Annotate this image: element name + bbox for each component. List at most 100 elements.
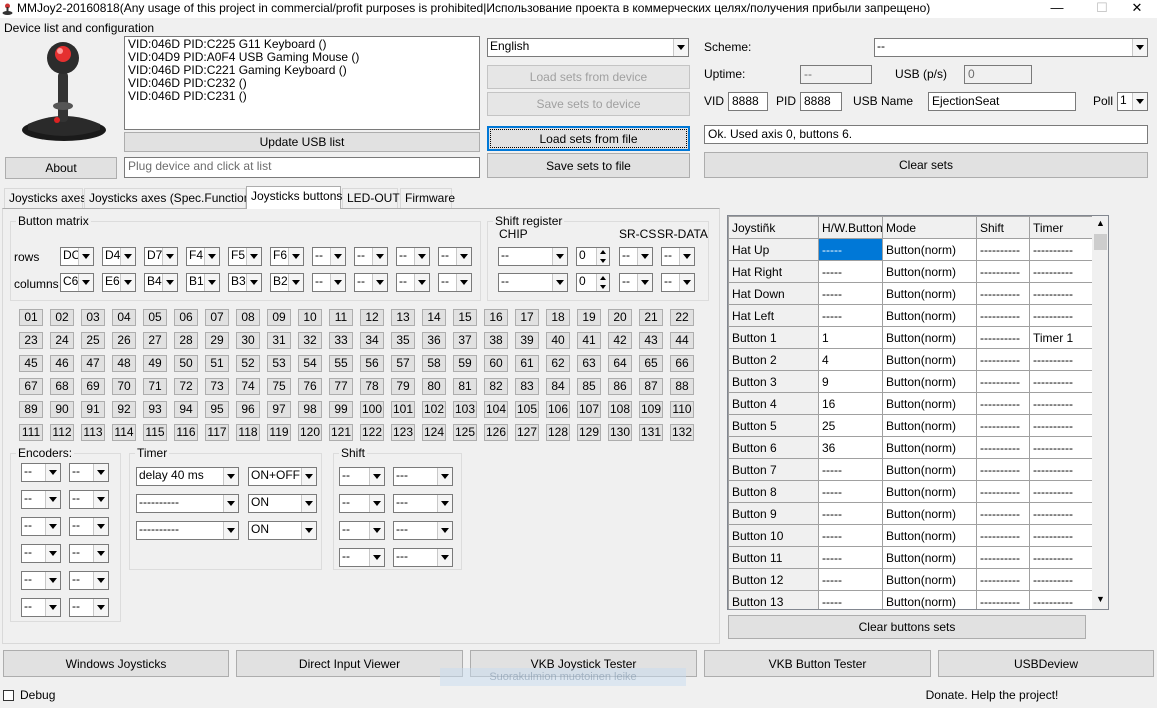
vkb-button-tester-button[interactable]: VKB Button Tester — [704, 650, 931, 677]
button-number-128[interactable]: 128 — [546, 424, 570, 441]
button-number-86[interactable]: 86 — [608, 378, 632, 395]
spinner-icon[interactable] — [596, 274, 609, 291]
row-header[interactable]: Button 12 — [728, 568, 819, 591]
table-cell[interactable]: ---------- — [976, 502, 1030, 525]
table-cell[interactable]: ----- — [818, 458, 883, 481]
device-list[interactable]: VID:046D PID:C225 G11 Keyboard () VID:04… — [124, 36, 480, 130]
encoder-a-select[interactable]: -- — [21, 571, 61, 590]
language-select[interactable]: English — [487, 38, 689, 57]
button-number-65[interactable]: 65 — [639, 355, 663, 372]
button-number-31[interactable]: 31 — [267, 332, 291, 349]
button-number-24[interactable]: 24 — [50, 332, 74, 349]
scroll-thumb[interactable] — [1094, 234, 1107, 250]
button-number-94[interactable]: 94 — [174, 401, 198, 418]
button-number-75[interactable]: 75 — [267, 378, 291, 395]
donate-button[interactable]: Donate. Help the project! — [830, 683, 1154, 707]
table-cell[interactable]: ---------- — [976, 568, 1030, 591]
row-header[interactable]: Button 10 — [728, 524, 819, 547]
sr-data-select[interactable]: -- — [661, 273, 695, 292]
matrix-row-select[interactable]: F4 — [186, 247, 220, 266]
button-number-32[interactable]: 32 — [298, 332, 322, 349]
table-row[interactable]: Button 2 4 Button(norm) ---------- ---------… — [728, 348, 1093, 371]
button-number-53[interactable]: 53 — [267, 355, 291, 372]
button-number-63[interactable]: 63 — [577, 355, 601, 372]
timer-delay-select[interactable]: ---------- — [136, 494, 239, 513]
button-number-23[interactable]: 23 — [19, 332, 43, 349]
table-cell[interactable]: Button(norm) — [882, 370, 977, 393]
table-cell[interactable]: ----- — [818, 238, 883, 261]
button-number-14[interactable]: 14 — [422, 309, 446, 326]
button-number-12[interactable]: 12 — [360, 309, 384, 326]
column-header[interactable]: Shift — [976, 216, 1030, 239]
button-number-109[interactable]: 109 — [639, 401, 663, 418]
table-cell[interactable]: ---------- — [1029, 524, 1093, 547]
button-number-83[interactable]: 83 — [515, 378, 539, 395]
sr-chip-select[interactable]: -- — [498, 247, 568, 266]
button-number-52[interactable]: 52 — [236, 355, 260, 372]
table-cell[interactable]: ---------- — [1029, 238, 1093, 261]
row-header[interactable]: Hat Down — [728, 282, 819, 305]
table-cell[interactable]: ----- — [818, 568, 883, 591]
button-number-79[interactable]: 79 — [391, 378, 415, 395]
column-header[interactable]: Joystiñk — [728, 216, 819, 239]
table-cell[interactable]: ----- — [818, 480, 883, 503]
button-number-103[interactable]: 103 — [453, 401, 477, 418]
table-cell[interactable]: ---------- — [976, 260, 1030, 283]
table-row[interactable]: Button 10 ----- Button(norm) ---------- ----… — [728, 524, 1093, 547]
button-number-61[interactable]: 61 — [515, 355, 539, 372]
button-number-35[interactable]: 35 — [391, 332, 415, 349]
button-number-81[interactable]: 81 — [453, 378, 477, 395]
button-number-117[interactable]: 117 — [205, 424, 229, 441]
button-number-132[interactable]: 132 — [670, 424, 694, 441]
table-cell[interactable]: ---------- — [976, 436, 1030, 459]
button-number-26[interactable]: 26 — [112, 332, 136, 349]
table-cell[interactable]: Button(norm) — [882, 502, 977, 525]
matrix-column-select[interactable]: B3 — [228, 273, 262, 292]
matrix-column-select[interactable]: -- — [438, 273, 472, 292]
shift-b-select[interactable]: --- — [393, 521, 453, 540]
row-header[interactable]: Button 7 — [728, 458, 819, 481]
table-cell[interactable]: Button(norm) — [882, 590, 977, 609]
row-header[interactable]: Button 3 — [728, 370, 819, 393]
button-number-38[interactable]: 38 — [484, 332, 508, 349]
save-to-device-button[interactable]: Save sets to device — [487, 92, 690, 116]
sr-count-stepper[interactable]: 0 — [576, 247, 610, 266]
windows-joysticks-button[interactable]: Windows Joysticks — [3, 650, 229, 677]
table-cell[interactable]: ---------- — [976, 238, 1030, 261]
button-number-67[interactable]: 67 — [19, 378, 43, 395]
table-cell[interactable]: 25 — [818, 414, 883, 437]
button-number-113[interactable]: 113 — [81, 424, 105, 441]
clear-sets-button[interactable]: Clear sets — [704, 152, 1148, 178]
matrix-row-select[interactable]: DC — [60, 247, 94, 266]
button-number-41[interactable]: 41 — [577, 332, 601, 349]
table-row[interactable]: Button 7 ----- Button(norm) ---------- -----… — [728, 458, 1093, 481]
encoder-a-select[interactable]: -- — [21, 517, 61, 536]
plug-device-input[interactable]: Plug device and click at list — [124, 157, 480, 178]
vid-field[interactable]: 8888 — [728, 92, 768, 111]
button-number-09[interactable]: 09 — [267, 309, 291, 326]
button-number-105[interactable]: 105 — [515, 401, 539, 418]
load-from-device-button[interactable]: Load sets from device — [487, 65, 690, 89]
device-list-item[interactable]: VID:046D PID:C231 () — [128, 90, 476, 103]
matrix-row-select[interactable]: F6 — [270, 247, 304, 266]
table-cell[interactable]: ---------- — [1029, 348, 1093, 371]
row-header[interactable]: Button 11 — [728, 546, 819, 569]
button-number-21[interactable]: 21 — [639, 309, 663, 326]
matrix-column-select[interactable]: B2 — [270, 273, 304, 292]
button-number-123[interactable]: 123 — [391, 424, 415, 441]
button-number-47[interactable]: 47 — [81, 355, 105, 372]
table-row[interactable]: Button 4 16 Button(norm) ---------- --------… — [728, 392, 1093, 415]
table-cell[interactable]: ---------- — [1029, 436, 1093, 459]
button-number-98[interactable]: 98 — [298, 401, 322, 418]
table-cell[interactable]: ----- — [818, 590, 883, 609]
encoder-b-select[interactable]: -- — [69, 544, 109, 563]
table-cell[interactable]: ---------- — [1029, 304, 1093, 327]
matrix-column-select[interactable]: -- — [396, 273, 430, 292]
table-cell[interactable]: ---------- — [1029, 458, 1093, 481]
shift-b-select[interactable]: --- — [393, 548, 453, 567]
button-number-72[interactable]: 72 — [174, 378, 198, 395]
update-usb-button[interactable]: Update USB list — [124, 132, 480, 152]
poll-select[interactable]: 1 — [1117, 92, 1148, 111]
table-scrollbar[interactable]: ▲ ▼ — [1092, 216, 1108, 609]
button-number-124[interactable]: 124 — [422, 424, 446, 441]
